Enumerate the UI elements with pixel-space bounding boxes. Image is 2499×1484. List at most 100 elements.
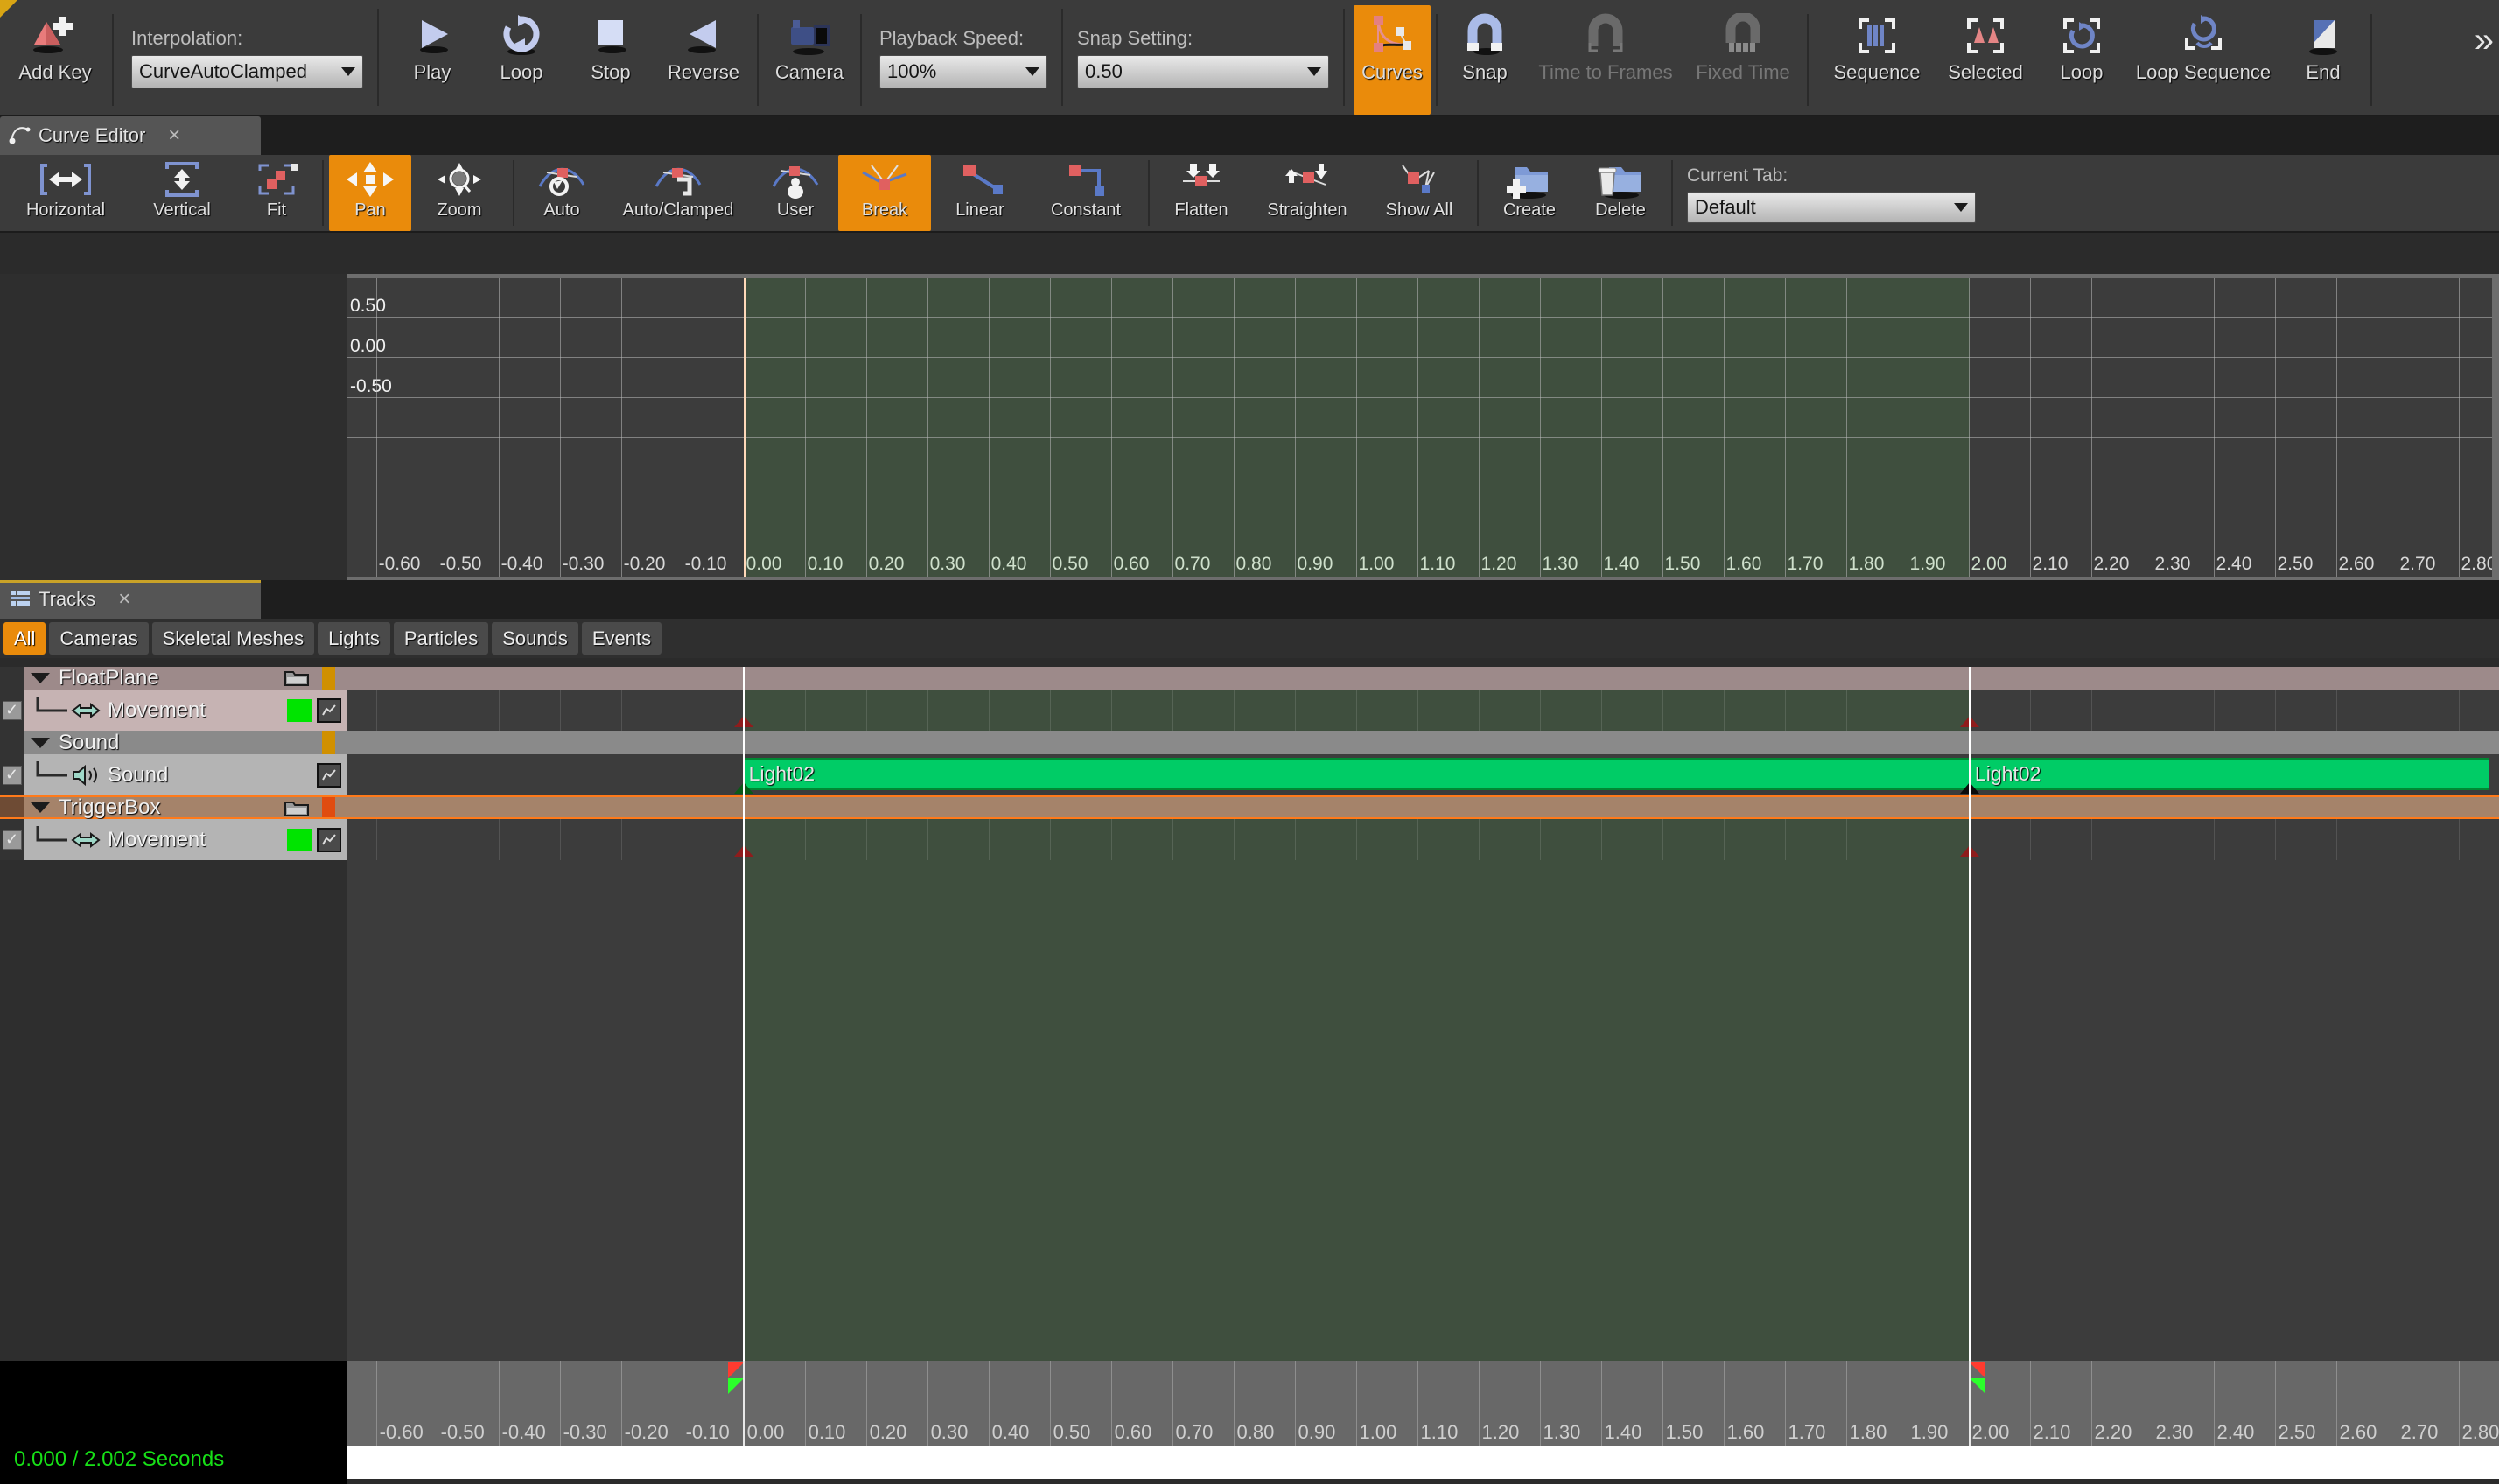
toolbar-overflow-button[interactable]: » [2474, 23, 2494, 58]
time-to-frames-label: Time to Frames [1538, 61, 1673, 83]
expand-collapse-arrow-icon[interactable] [31, 673, 50, 683]
track-group-row[interactable]: Sound [0, 731, 346, 754]
track-group-row[interactable]: FloatPlane [0, 666, 346, 692]
ruler-playhead-line[interactable] [742, 1361, 745, 1446]
timeline-track-row[interactable]: Light02 Light02 [346, 754, 2499, 795]
track-group-row[interactable]: TriggerBox [0, 795, 346, 819]
ruler-tick-label: 2.50 [2278, 1421, 2316, 1443]
x-axis-tick-label: 2.10 [2032, 554, 2068, 574]
tab-curve-editor[interactable]: Curve Editor × [0, 116, 261, 155]
create-tab-button[interactable]: Create [1484, 155, 1575, 231]
timeline-track-row[interactable] [346, 819, 2499, 860]
timeline-track-row[interactable] [346, 690, 2499, 731]
current-tab-dropdown[interactable]: Default [1687, 192, 1976, 223]
play-button[interactable]: Play [388, 5, 477, 115]
timeline-ruler[interactable]: -0.60 -0.50 -0.40 -0.30 -0.20 -0.10 0.00 0.10 0.… [346, 1361, 2499, 1446]
timeline-empty-area[interactable] [346, 860, 2499, 1361]
timeline-group-row[interactable] [346, 731, 2499, 754]
send-to-curve-editor-button[interactable] [317, 763, 341, 788]
timeline-canvas[interactable]: Light02 Light02 [346, 667, 2499, 1361]
close-icon[interactable]: × [118, 587, 130, 612]
stop-button[interactable]: Stop [566, 5, 655, 115]
interp-break-button[interactable]: Break [838, 155, 931, 231]
interpolation-dropdown[interactable]: CurveAutoClamped [131, 54, 363, 88]
show-all-tangents-button[interactable]: Show All [1367, 155, 1472, 231]
timeline-group-row[interactable] [346, 795, 2499, 819]
curve-editor-graph[interactable]: 0.50 0.00 -0.50 -0.60 -0.50 -0.40 -0.30 -0.20 -0… [0, 274, 2499, 580]
fit-sequence-button[interactable]: Sequence [1821, 5, 1933, 115]
send-to-curve-editor-button[interactable] [317, 698, 341, 723]
send-to-curve-editor-button[interactable] [317, 828, 341, 852]
interp-constant-button[interactable]: Constant [1029, 155, 1143, 231]
sound-clip[interactable]: Light02 [1969, 758, 2489, 790]
track-filter-sounds[interactable]: Sounds [492, 622, 578, 654]
interp-user-button[interactable]: User [752, 155, 838, 231]
interp-linear-button[interactable]: Linear [931, 155, 1029, 231]
track-color-swatch[interactable] [287, 699, 312, 722]
sequence-end-marker-green[interactable] [1969, 1378, 1985, 1394]
fixed-time-toggle[interactable]: Fixed Time [1684, 5, 1802, 115]
end-button[interactable]: End [2281, 5, 2365, 115]
curve-editor-playhead[interactable] [743, 278, 746, 577]
snap-setting-dropdown[interactable]: 0.50 [1077, 54, 1329, 88]
delete-tab-button[interactable]: Delete [1575, 155, 1666, 231]
fit-horizontal-button[interactable]: Horizontal [4, 155, 128, 231]
camera-button[interactable]: Camera [764, 5, 855, 115]
curves-toggle[interactable]: Curves [1354, 5, 1431, 115]
curve-editor-plot[interactable]: 0.50 0.00 -0.50 -0.60 -0.50 -0.40 -0.30 -0.20 -0… [346, 278, 2492, 577]
zoom-mode-button[interactable]: Zoom [411, 155, 508, 231]
track-enable-cell[interactable]: ✓ [0, 819, 24, 860]
interp-auto-clamped-button[interactable]: Auto/Clamped [604, 155, 752, 231]
track-filter-lights[interactable]: Lights [318, 622, 390, 654]
folder-icon[interactable] [284, 668, 310, 692]
track-row[interactable]: ✓ Movement [0, 690, 346, 731]
track-enable-cell[interactable]: ✓ [0, 690, 24, 731]
track-filter-particles[interactable]: Particles [393, 622, 489, 654]
track-enable-checkbox[interactable]: ✓ [2, 765, 22, 785]
timeline-sequence-end-line[interactable] [1968, 667, 1970, 1361]
track-filter-cameras[interactable]: Cameras [49, 622, 149, 654]
timeline-playhead[interactable] [742, 667, 745, 1361]
time-to-frames-toggle[interactable]: Time to Frames [1527, 5, 1684, 115]
fit-loop-button[interactable]: Loop [2038, 5, 2125, 115]
straighten-button[interactable]: Straighten [1248, 155, 1367, 231]
timeline-grid-line [2029, 690, 2031, 731]
track-filter-events[interactable]: Events [581, 622, 662, 654]
fit-vertical-button[interactable]: Vertical [128, 155, 236, 231]
track-color-swatch[interactable] [287, 829, 312, 851]
ruler-playhead-line[interactable] [1968, 1361, 1970, 1446]
timeline-group-row[interactable] [346, 667, 2499, 690]
snap-toggle[interactable]: Snap [1443, 5, 1527, 115]
playback-speed-dropdown[interactable]: 100% [879, 54, 1047, 88]
sequence-start-marker-green[interactable] [727, 1378, 744, 1394]
track-enable-checkbox[interactable]: ✓ [2, 700, 22, 720]
loop-button[interactable]: Loop [477, 5, 566, 115]
track-enable-checkbox[interactable]: ✓ [2, 830, 22, 850]
fit-selected-button[interactable]: Selected [1933, 5, 2038, 115]
add-key-button[interactable]: Add Key [4, 5, 107, 115]
track-row[interactable]: ✓ Sound [0, 754, 346, 795]
horizontal-scrollbar[interactable] [346, 1446, 2499, 1479]
grid-line-vertical [1294, 278, 1296, 577]
fit-button[interactable]: Fit [236, 155, 317, 231]
track-filter-all[interactable]: All [4, 622, 46, 654]
sound-clip[interactable]: Light02 [743, 758, 1970, 790]
close-icon[interactable]: × [168, 123, 180, 148]
ruler-tick-label: 0.60 [1114, 1421, 1152, 1443]
sequence-start-marker-red[interactable] [727, 1362, 744, 1378]
flatten-label: Flatten [1174, 200, 1228, 220]
reverse-button[interactable]: Reverse [655, 5, 752, 115]
track-filter-skeletal-meshes[interactable]: Skeletal Meshes [151, 622, 315, 654]
track-enable-cell[interactable]: ✓ [0, 754, 24, 795]
pan-mode-button[interactable]: Pan [329, 155, 411, 231]
interp-auto-button[interactable]: Auto [520, 155, 604, 231]
loop-sequence-button[interactable]: Loop Sequence [2125, 5, 2281, 115]
sequence-end-marker-red[interactable] [1969, 1362, 1985, 1378]
expand-collapse-arrow-icon[interactable] [31, 802, 50, 813]
expand-collapse-arrow-icon[interactable] [31, 737, 50, 748]
flatten-button[interactable]: Flatten [1155, 155, 1248, 231]
x-axis-tick-label: 2.60 [2338, 554, 2375, 574]
tab-tracks[interactable]: Tracks × [0, 580, 261, 619]
matinee-window: Add Key Interpolation: CurveAutoClamped [0, 0, 2499, 1484]
track-row[interactable]: ✓ Movement [0, 819, 346, 860]
